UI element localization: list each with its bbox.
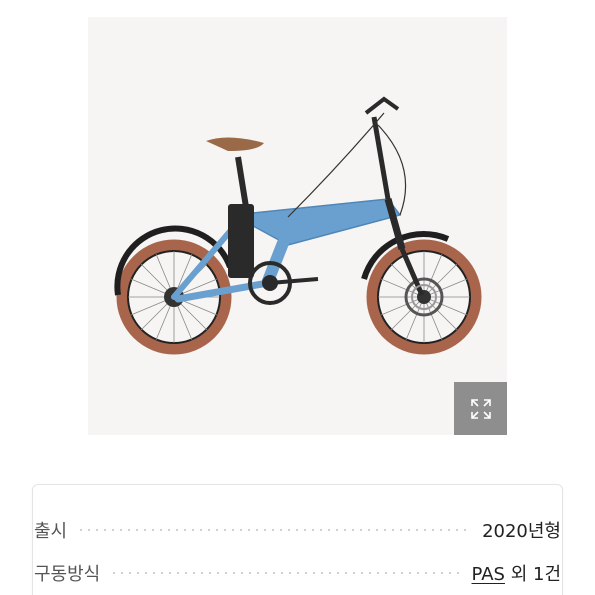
drive-type-link[interactable]: PAS [472, 564, 505, 585]
spec-row-release: 출시 2020년형 [34, 518, 561, 542]
bicycle-illustration [114, 96, 482, 355]
spec-label-release: 출시 [34, 521, 68, 542]
spec-value-drive-type: PAS 외 1건 [472, 560, 561, 586]
product-image [88, 17, 507, 435]
drive-type-extra: 외 1건 [504, 564, 561, 585]
spec-label-drive-type: 구동방식 [34, 564, 101, 585]
dotted-leader [110, 572, 462, 574]
expand-image-button[interactable] [454, 382, 507, 435]
spec-value-release: 2020년형 [482, 521, 561, 542]
dotted-leader [77, 529, 473, 531]
spec-row-drive-type: 구동방식 PAS 외 1건 [34, 561, 561, 585]
expand-icon [470, 398, 491, 419]
